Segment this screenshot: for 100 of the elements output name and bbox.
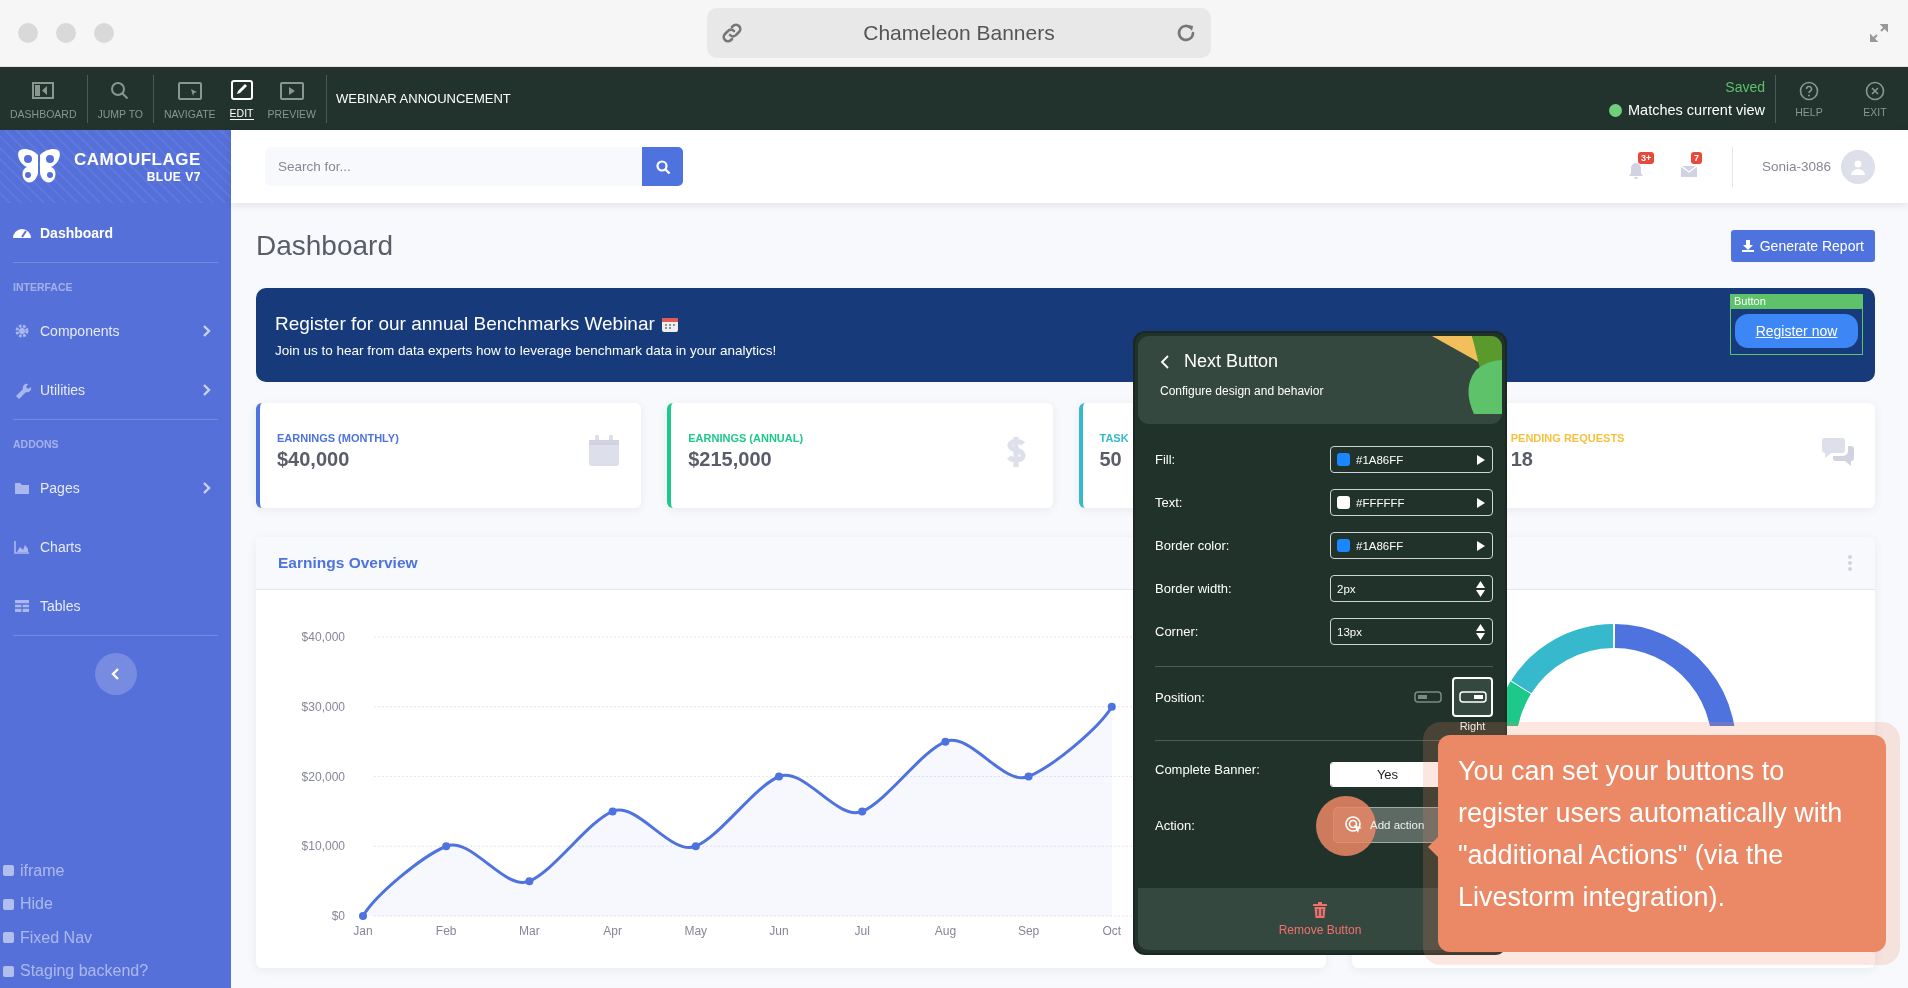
option-label: Right xyxy=(1459,720,1486,732)
brand-header[interactable]: CAMOUFLAGE BLUE V7 xyxy=(0,130,231,203)
axis-label: Oct xyxy=(1102,924,1122,938)
generate-report-button[interactable]: Generate Report xyxy=(1730,230,1875,262)
page-title: Chameleon Banners xyxy=(862,21,1056,45)
card-value: $215,000 xyxy=(688,448,772,471)
field-label: Complete Banner: xyxy=(1155,761,1261,777)
download-icon xyxy=(1741,240,1754,252)
chevron-left-icon xyxy=(110,668,121,680)
card-label: PENDING REQUESTS xyxy=(1510,432,1625,444)
number-field[interactable]: 13px xyxy=(1330,618,1493,645)
save-status: Saved xyxy=(1725,79,1765,95)
toggle-option[interactable]: Fixed Nav xyxy=(0,921,231,955)
help-icon xyxy=(1798,79,1820,102)
play-icon xyxy=(1477,497,1485,508)
nav-item[interactable]: Pages xyxy=(13,458,218,517)
play-icon xyxy=(1477,540,1485,551)
pointer-icon xyxy=(1344,815,1364,835)
number-field[interactable]: 2px xyxy=(1330,575,1493,602)
toggle-option[interactable]: Staging backend? xyxy=(0,954,231,988)
axis-label: Aug xyxy=(934,924,957,938)
field-label: Border color: xyxy=(1155,538,1231,553)
axis-label: $40,000 xyxy=(301,630,345,644)
toggle-option[interactable]: Hide xyxy=(0,887,231,921)
color-field[interactable]: #1A86FF xyxy=(1330,532,1493,559)
window-control[interactable] xyxy=(56,23,76,43)
window-control[interactable] xyxy=(94,23,114,43)
card-value: 18 xyxy=(1510,448,1533,471)
address-bar[interactable]: Chameleon Banners xyxy=(707,8,1211,58)
search-icon xyxy=(654,158,671,175)
window-control[interactable] xyxy=(18,23,38,43)
field-label: Fill: xyxy=(1155,452,1177,467)
register-button[interactable]: Register now xyxy=(1735,314,1858,348)
field-label: Border width: xyxy=(1155,581,1233,596)
banner-subtitle: Join us to hear from data experts how to leverage benchmark data in your analytics! xyxy=(275,342,777,358)
axis-label: Jun xyxy=(769,924,789,938)
align-right-icon xyxy=(1458,691,1487,703)
data-point xyxy=(858,807,867,816)
toolbar-tab[interactable]: PREVIEW xyxy=(261,77,322,120)
axis-label: $20,000 xyxy=(301,769,345,784)
axis-label: $30,000 xyxy=(301,699,345,714)
nav-item[interactable]: Dashboard xyxy=(13,203,218,262)
toolbar-tab[interactable]: NAVIGATE xyxy=(158,77,222,120)
data-point xyxy=(525,877,534,886)
data-point xyxy=(442,842,451,851)
search-field[interactable]: Search for... xyxy=(265,147,642,186)
brand-name: CAMOUFLAGE xyxy=(74,150,201,168)
toolbar-tab[interactable]: EDIT xyxy=(221,77,262,120)
toolbar-tab[interactable]: JUMP TO xyxy=(91,77,150,120)
person-icon xyxy=(1850,158,1866,175)
toolbar-button[interactable]: HELP xyxy=(1776,79,1842,118)
element-tag: Button xyxy=(1731,294,1862,309)
avatar[interactable] xyxy=(1841,149,1875,184)
checkbox[interactable] xyxy=(3,932,14,944)
nav-item[interactable]: Utilities xyxy=(13,360,218,419)
count-badge: 3+ xyxy=(1637,152,1655,164)
chevron-right-icon xyxy=(202,383,212,396)
checkbox[interactable] xyxy=(3,865,14,877)
axis-label: May xyxy=(684,924,708,938)
back-icon[interactable] xyxy=(1160,354,1170,369)
search-button[interactable] xyxy=(642,147,683,186)
checkbox[interactable] xyxy=(3,965,14,977)
expand-icon[interactable] xyxy=(1868,22,1890,44)
page-name: WEBINAR ANNOUNCEMENT xyxy=(336,91,511,106)
color-field[interactable]: #1A86FF xyxy=(1330,446,1493,473)
align-left-icon xyxy=(1414,691,1442,703)
nav-item[interactable]: Tables xyxy=(13,576,218,635)
page-heading: Dashboard xyxy=(256,230,393,262)
play-icon xyxy=(1477,454,1485,465)
toolbar-tab[interactable]: DASHBOARD xyxy=(4,77,83,120)
color-field[interactable]: #FFFFFF xyxy=(1330,489,1493,516)
nav-item[interactable]: Charts xyxy=(13,517,218,576)
section-heading: ADDONS xyxy=(13,437,60,452)
card-label: EARNINGS (MONTHLY) xyxy=(277,432,399,444)
data-point xyxy=(1024,772,1033,781)
collapse-button[interactable] xyxy=(94,653,137,695)
card-label: TASK xyxy=(1099,432,1129,444)
nav-item[interactable]: Components xyxy=(13,301,218,360)
stepper-icon xyxy=(1476,580,1485,597)
card-label: EARNINGS (ANNUAL) xyxy=(688,432,804,444)
field-label: Text: xyxy=(1155,495,1184,510)
link-icon xyxy=(721,22,743,44)
chart-title: Earnings Overview xyxy=(278,554,418,572)
toggle-option[interactable]: iframe xyxy=(0,854,231,888)
axis-label: Jul xyxy=(854,924,870,938)
axis-label: Mar xyxy=(519,924,540,938)
field-label: Position: xyxy=(1155,689,1205,705)
reload-icon xyxy=(1175,22,1197,44)
data-point xyxy=(608,807,617,816)
user-name[interactable]: Sonia-3086 xyxy=(1761,159,1831,174)
chevron-right-icon xyxy=(202,324,212,337)
banner-title: Register for our annual Benchmarks Webinar xyxy=(275,312,655,335)
more-vertical-icon[interactable] xyxy=(1847,555,1853,571)
bell-button[interactable]: 3+ xyxy=(1609,152,1663,181)
checkbox[interactable] xyxy=(3,898,14,910)
field-label: Corner: xyxy=(1155,624,1200,639)
calendar-icon xyxy=(587,433,622,468)
toolbar-button[interactable]: EXIT xyxy=(1842,79,1908,118)
view-status: Matches current view xyxy=(1628,102,1765,118)
envelope-button[interactable]: 7 xyxy=(1662,152,1716,181)
